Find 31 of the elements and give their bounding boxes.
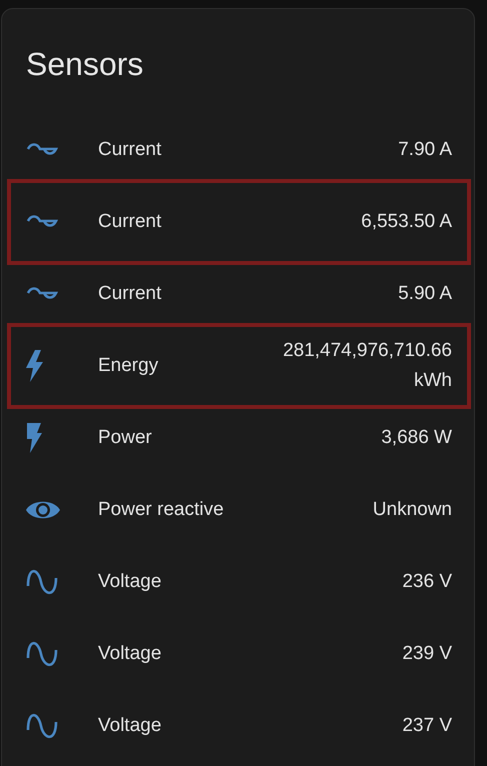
sensor-name: Voltage [98,715,162,737]
sensor-row[interactable]: Voltage 236 V [7,546,471,618]
sensor-name: Power reactive [98,499,225,521]
sensor-name: Voltage [98,643,162,665]
sine-wave-icon [26,568,58,596]
sensor-name: Current [98,283,162,305]
card-title: Sensors [25,45,144,84]
sensor-value: 6,553.50 A [361,210,452,234]
sensor-row[interactable]: Voltage 239 V [7,618,471,690]
wave-icon [26,215,58,229]
lightning-icon [26,350,44,382]
sensor-name: Current [98,211,162,233]
sensor-value: 239 V [402,642,452,666]
sine-wave-icon [26,712,58,740]
sensor-name: Energy [98,355,160,377]
sensor-name: Voltage [98,571,162,593]
wave-icon [26,143,58,157]
sensor-value: 5.90 A [398,282,452,306]
wave-icon [26,287,58,301]
sine-wave-icon [26,640,58,668]
sensor-name: Current [98,139,162,161]
sensor-value: 281,474,976,710.66 kWh [282,339,452,393]
sensor-row[interactable]: Power reactive Unknown [7,474,471,546]
sensor-row[interactable]: Voltage 237 V [7,690,471,762]
sensor-value: 237 V [402,714,452,738]
sensor-value: 3,686 W [381,426,452,450]
sensor-name: Power [98,427,153,449]
sensor-value: 7.90 A [398,138,452,162]
sensor-value: Unknown [372,498,452,522]
sensor-value: 236 V [402,570,452,594]
lightning-icon [26,423,42,453]
